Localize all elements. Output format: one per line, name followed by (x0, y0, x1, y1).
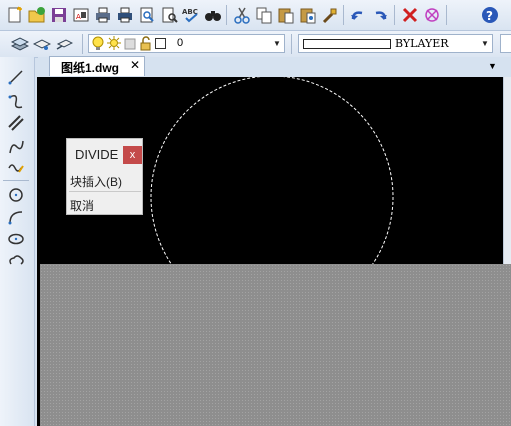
print-icon[interactable] (93, 4, 113, 25)
close-icon[interactable]: ✕ (130, 58, 140, 72)
layer-toolbar: 0 ▼ BYLAYER ▼ (0, 31, 511, 58)
paste-icon[interactable] (276, 4, 296, 25)
close-button[interactable]: x (123, 146, 142, 164)
panel-title: DIVIDE (75, 147, 119, 162)
sketch-icon[interactable] (5, 157, 27, 177)
copy-icon[interactable] (254, 4, 274, 25)
layer-color-swatch (155, 38, 166, 49)
match-properties-icon[interactable] (320, 4, 340, 25)
delete-icon[interactable] (400, 4, 420, 25)
lineweight-select[interactable] (500, 34, 511, 53)
tab-label: 图纸1.dwg (61, 61, 120, 75)
spellcheck-icon[interactable]: ABC (181, 4, 201, 25)
layer-manager-icon[interactable] (10, 33, 30, 54)
page-setup-icon[interactable] (137, 4, 157, 25)
option-block-insert[interactable]: 块插入(B) (70, 173, 122, 190)
undo-icon[interactable] (348, 4, 368, 25)
draw-toolbar (0, 57, 35, 426)
freeze-viewport-icon (124, 37, 136, 53)
standard-toolbar: A ABC ? (0, 0, 511, 31)
linetype-select[interactable]: BYLAYER ▼ (298, 34, 493, 53)
erase-icon[interactable] (422, 4, 442, 25)
ellipse-icon[interactable] (5, 229, 27, 249)
spline-icon[interactable] (5, 137, 27, 157)
linetype-swatch (303, 39, 391, 49)
save-icon[interactable] (49, 4, 69, 25)
line-icon[interactable] (5, 67, 27, 87)
layer-name: 0 (177, 37, 184, 49)
arc-icon[interactable] (5, 207, 27, 227)
layer-select[interactable]: 0 ▼ (88, 34, 285, 53)
vertical-scrollbar[interactable] (503, 77, 511, 267)
cut-icon[interactable] (232, 4, 252, 25)
help-icon[interactable]: ? (480, 4, 500, 25)
lock-icon (139, 36, 152, 54)
layer-previous-icon[interactable] (54, 33, 74, 54)
circle-icon[interactable] (5, 185, 27, 205)
multiline-icon[interactable] (5, 113, 27, 133)
chevron-down-icon[interactable]: ▼ (478, 35, 492, 52)
linetype-name: BYLAYER (395, 37, 449, 50)
new-file-icon[interactable] (5, 4, 25, 25)
masked-area (40, 264, 511, 426)
polyline-icon[interactable] (5, 91, 27, 111)
paste-special-icon[interactable] (298, 4, 318, 25)
tab-list-dropdown-icon[interactable]: ▼ (488, 61, 497, 71)
open-file-icon[interactable] (27, 4, 47, 25)
tab-drawing[interactable]: 图纸1.dwg ✕ (49, 56, 145, 76)
find-icon[interactable] (203, 4, 223, 25)
divide-command-panel: DIVIDE x 块插入(B) 取消 (66, 138, 143, 215)
lightbulb-icon (91, 36, 105, 54)
print-preview-icon[interactable]: A (71, 4, 91, 25)
option-cancel[interactable]: 取消 (70, 197, 94, 214)
svg-text:A: A (76, 13, 81, 21)
svg-text:?: ? (486, 9, 493, 23)
divider (69, 191, 141, 192)
revision-cloud-icon[interactable] (5, 251, 27, 271)
layer-state-icon[interactable] (32, 33, 52, 54)
sun-icon (107, 36, 121, 54)
redo-icon[interactable] (370, 4, 390, 25)
chevron-down-icon[interactable]: ▼ (270, 35, 284, 52)
preview-icon[interactable] (159, 4, 179, 25)
printer-icon[interactable] (115, 4, 135, 25)
